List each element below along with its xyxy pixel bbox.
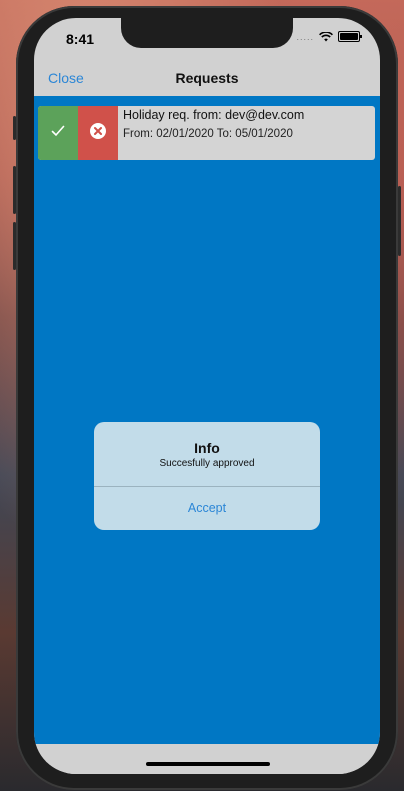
request-details: Holiday req. from: dev@dev.com From: 02/…	[123, 108, 373, 140]
requests-list: Holiday req. from: dev@dev.com From: 02/…	[34, 96, 380, 744]
home-indicator[interactable]	[146, 762, 270, 766]
home-area	[34, 744, 380, 774]
volume-down-button	[13, 222, 16, 270]
status-icons: .....	[296, 31, 362, 42]
request-dates: From: 02/01/2020 To: 05/01/2020	[123, 128, 293, 140]
alert-message: Succesfully approved	[159, 458, 255, 469]
navigation-bar: Close Requests	[34, 60, 380, 96]
wifi-icon	[319, 31, 333, 42]
list-item[interactable]: Holiday req. from: dev@dev.com From: 02/…	[38, 106, 375, 160]
info-alert-dialog: Info Succesfully approved Accept	[94, 422, 320, 530]
mute-switch	[13, 116, 16, 140]
signal-icon: .....	[296, 31, 314, 42]
alert-title: Info	[194, 440, 220, 456]
request-title: Holiday req. from: dev@dev.com	[123, 108, 305, 122]
notch	[121, 18, 293, 48]
page-title: Requests	[175, 70, 239, 86]
checkmark-icon	[51, 124, 65, 142]
battery-icon	[338, 31, 362, 42]
close-circle-icon	[89, 122, 107, 145]
approve-button[interactable]	[38, 106, 78, 160]
phone-screen: 8:41 ..... Close Requests Holiday req. f…	[34, 18, 380, 774]
reject-button[interactable]	[78, 106, 118, 160]
accept-button[interactable]: Accept	[94, 487, 320, 530]
power-button	[398, 186, 401, 256]
status-time: 8:41	[66, 31, 95, 47]
volume-up-button	[13, 166, 16, 214]
